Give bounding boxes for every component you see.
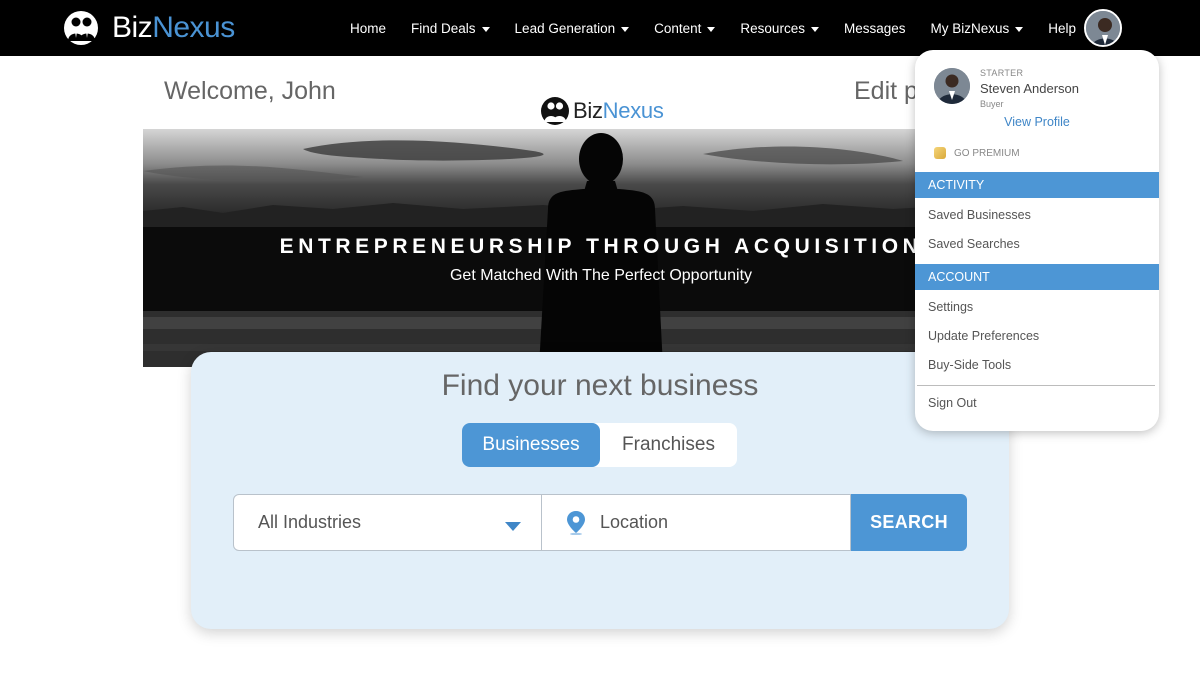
chevron-down-icon — [1015, 26, 1024, 32]
chevron-down-icon — [707, 26, 716, 32]
biznexus-logo[interactable]: BizNexus — [62, 9, 235, 47]
search-card: Find your next business Businesses Franc… — [191, 352, 1009, 629]
menu-item-update-preferences[interactable]: Update Preferences — [928, 329, 1039, 343]
industry-select[interactable]: All Industries — [233, 494, 542, 551]
welcome-heading: Welcome, John — [164, 77, 336, 105]
profile-dropdown-menu: STARTER Steven Anderson Buyer View Profi… — [915, 50, 1159, 431]
premium-gem-icon — [934, 147, 946, 159]
menu-item-saved-businesses[interactable]: Saved Businesses — [928, 208, 1031, 222]
nav-lead-generation[interactable]: Lead Generation — [515, 21, 630, 36]
nav-messages[interactable]: Messages — [844, 21, 906, 36]
chevron-down-icon — [621, 26, 630, 32]
plan-badge: STARTER — [980, 68, 1024, 78]
logo-wordmark: BizNexus — [112, 11, 235, 44]
go-premium-link[interactable]: GO PREMIUM — [934, 147, 1020, 159]
nav-my-biznexus[interactable]: My BizNexus — [930, 21, 1024, 36]
menu-item-settings[interactable]: Settings — [928, 300, 973, 314]
brand-logo-small: BizNexus — [540, 95, 664, 127]
menu-divider — [917, 385, 1155, 386]
location-placeholder: Location — [600, 512, 669, 532]
top-navbar: BizNexus Home Find Deals Lead Generation… — [0, 0, 1200, 56]
main-nav: Home Find Deals Lead Generation Content … — [350, 0, 1101, 56]
account-section-header: ACCOUNT — [915, 264, 1159, 290]
search-heading: Find your next business — [441, 369, 759, 402]
user-role: Buyer — [980, 99, 1004, 109]
brand-wordmark-small: BizNexus — [573, 98, 664, 123]
tab-businesses[interactable]: Businesses — [462, 423, 600, 467]
chevron-down-icon — [810, 26, 819, 32]
search-button[interactable]: SEARCH — [851, 494, 967, 551]
avatar — [934, 68, 970, 104]
chevron-down-icon — [481, 26, 490, 32]
listing-type-tabs: Businesses Franchises — [462, 423, 737, 467]
location-input[interactable]: Location — [542, 494, 851, 551]
people-logo-icon — [541, 97, 569, 125]
person-avatar-icon — [934, 68, 970, 104]
menu-item-buy-side-tools[interactable]: Buy-Side Tools — [928, 358, 1011, 372]
nav-resources[interactable]: Resources — [740, 21, 819, 36]
industry-select-value: All Industries — [258, 512, 362, 532]
edit-profile-link[interactable]: Edit p — [854, 77, 918, 106]
user-name: Steven Anderson — [980, 81, 1080, 96]
view-profile-link[interactable]: View Profile — [915, 115, 1159, 129]
go-premium-label: GO PREMIUM — [954, 147, 1020, 159]
chevron-down-icon — [505, 522, 521, 531]
menu-item-sign-out[interactable]: Sign Out — [928, 396, 977, 410]
user-avatar-button[interactable] — [1084, 9, 1122, 47]
menu-item-saved-searches[interactable]: Saved Searches — [928, 237, 1020, 251]
people-logo-icon — [64, 11, 98, 45]
activity-section-header: ACTIVITY — [915, 172, 1159, 198]
nav-home[interactable]: Home — [350, 21, 386, 36]
nav-content[interactable]: Content — [654, 21, 716, 36]
search-form: All Industries Location SEARCH — [233, 494, 967, 551]
nav-help[interactable]: Help — [1048, 21, 1076, 36]
person-avatar-icon — [1086, 11, 1120, 45]
tab-franchises[interactable]: Franchises — [600, 423, 737, 467]
location-pin-icon — [567, 510, 585, 535]
nav-find-deals[interactable]: Find Deals — [411, 21, 490, 36]
